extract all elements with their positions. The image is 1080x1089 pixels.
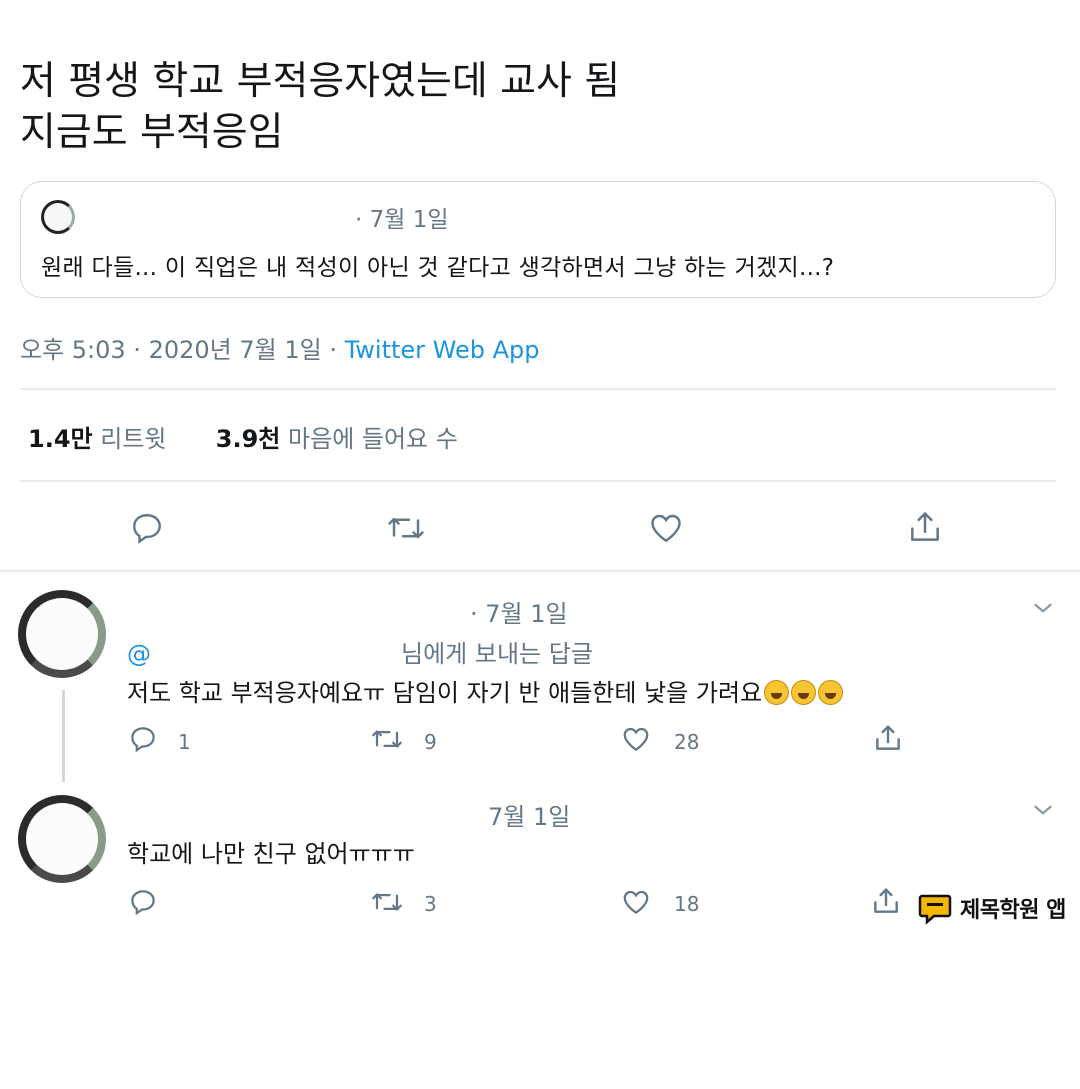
retweet-count: 9 [424, 730, 437, 754]
tweet-stats: 1.4만 리트윗 3.9천 마음에 들어요 수 [28, 419, 458, 454]
retweet-button[interactable] [386, 510, 426, 546]
avatar[interactable] [18, 590, 106, 678]
like-count: 18 [674, 892, 700, 916]
share-button[interactable] [870, 885, 902, 917]
watermark: 제목학원 앱 [918, 892, 1066, 925]
share-icon [876, 725, 900, 750]
tweet-text: 저 평생 학교 부적응자였는데 교사 됨 지금도 부적응임 [20, 56, 1060, 158]
avatar[interactable] [18, 795, 106, 883]
chevron-down-icon[interactable] [1030, 598, 1056, 622]
like-icon [623, 727, 649, 751]
like-button[interactable] [647, 510, 685, 546]
replying-to-label: 님에게 보내는 답글 [401, 640, 593, 668]
tweet-timestamp: 오후 5:03 · 2020년 7월 1일 · [20, 336, 345, 364]
quoted-avatar[interactable] [41, 200, 75, 234]
share-icon [874, 888, 898, 913]
retweet-icon [388, 517, 424, 539]
reply-count: 1 [178, 730, 191, 754]
tweet-text-line1: 저 평생 학교 부적응자였는데 교사 됨 [20, 59, 621, 104]
reply-time: · 7월 1일 [470, 600, 568, 628]
like-count: 28 [674, 730, 700, 754]
tweet-source-app[interactable]: Twitter Web App [345, 336, 540, 364]
reply-text: 저도 학교 부적응자예요ㅠ 담임이 자기 반 애들한테 낯을 가려요 [127, 673, 844, 708]
divider [20, 388, 1056, 390]
quoted-tweet-time: · 7월 1일 [355, 207, 449, 233]
top-mark: · · [48, 14, 70, 25]
replying-to: @ 님에게 보내는 답글 [127, 634, 593, 669]
share-icon [911, 512, 939, 541]
retweet-button[interactable] [370, 724, 404, 754]
quoted-tweet-text: 원래 다들... 이 직업은 내 적성이 아닌 것 같다고 생각하면서 그냥 하… [41, 255, 835, 281]
tweet-text-line2: 지금도 부적응임 [20, 110, 284, 155]
retweet-count[interactable]: 1.4만 [28, 425, 93, 453]
thread-line [62, 690, 65, 782]
quoted-tweet-card[interactable]: · 7월 1일 원래 다들... 이 직업은 내 적성이 아닌 것 같다고 생각… [20, 181, 1056, 298]
rolling-laughing-emoji [764, 680, 790, 705]
like-button[interactable] [620, 724, 652, 754]
retweet-count: 3 [424, 892, 437, 916]
like-count[interactable]: 3.9천 [216, 425, 281, 453]
retweet-label[interactable]: 리트윗 [100, 425, 166, 453]
replying-to-handle[interactable]: @ [127, 640, 151, 668]
like-icon [651, 514, 681, 543]
like-label[interactable]: 마음에 들어요 수 [288, 425, 458, 453]
retweet-icon [372, 893, 402, 911]
reply-icon [131, 727, 155, 753]
rolling-laughing-emoji [818, 680, 844, 705]
share-button[interactable] [872, 722, 904, 754]
like-icon [623, 890, 649, 914]
reply-button[interactable] [128, 724, 158, 754]
reply-text: 학교에 나만 친구 없어ㅠㅠㅠ [127, 840, 415, 868]
like-button[interactable] [620, 887, 652, 917]
reply-text-content: 저도 학교 부적응자예요ㅠ 담임이 자기 반 애들한테 낯을 가려요 [127, 679, 763, 707]
watermark-label: 제목학원 앱 [960, 898, 1066, 923]
retweet-button[interactable] [370, 887, 404, 917]
reply-button[interactable] [129, 510, 165, 546]
reply-icon [131, 890, 155, 916]
reply-icon [133, 514, 161, 544]
share-button[interactable] [906, 508, 944, 546]
rolling-laughing-emoji [791, 680, 817, 705]
speech-bubble-icon [918, 893, 952, 925]
divider [20, 480, 1056, 482]
tweet-meta: 오후 5:03 · 2020년 7월 1일 · Twitter Web App [20, 330, 539, 365]
reply-time: 7월 1일 [488, 803, 571, 831]
divider [0, 570, 1080, 572]
reply-button[interactable] [128, 887, 158, 917]
chevron-down-icon[interactable] [1030, 800, 1056, 824]
retweet-icon [372, 730, 402, 748]
